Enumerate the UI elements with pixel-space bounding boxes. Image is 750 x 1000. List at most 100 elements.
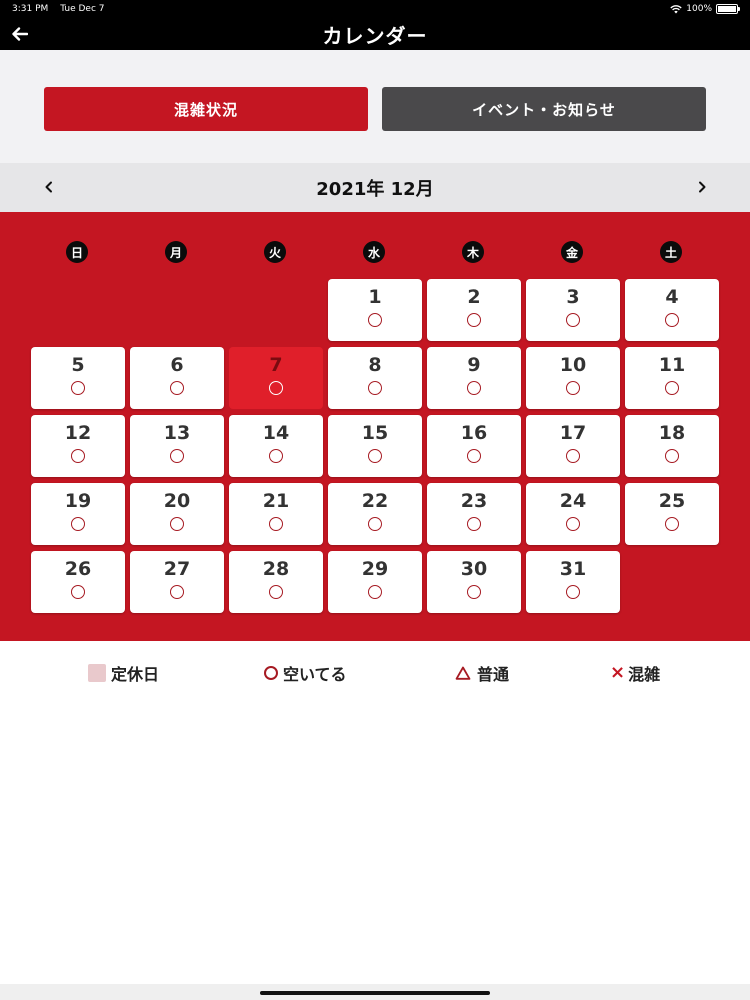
day-number: 3 bbox=[566, 286, 580, 308]
back-button[interactable] bbox=[8, 22, 32, 46]
available-circle-icon bbox=[170, 449, 184, 463]
calendar-day-7[interactable]: 7 bbox=[229, 347, 323, 409]
day-number: 2 bbox=[467, 286, 481, 308]
available-circle-icon bbox=[71, 517, 85, 531]
tab-area: 混雑状況 イベント・お知らせ bbox=[0, 50, 750, 163]
day-number: 6 bbox=[170, 354, 184, 376]
calendar-day-12[interactable]: 12 bbox=[31, 415, 125, 477]
calendar-day-28[interactable]: 28 bbox=[229, 551, 323, 613]
available-circle-icon bbox=[170, 585, 184, 599]
circle-icon bbox=[264, 666, 278, 680]
day-number: 7 bbox=[269, 354, 283, 376]
weekday-thu: 木 bbox=[462, 241, 484, 263]
available-circle-icon bbox=[269, 449, 283, 463]
calendar-day-3[interactable]: 3 bbox=[526, 279, 620, 341]
battery-icon bbox=[716, 4, 740, 14]
next-month-button[interactable] bbox=[692, 177, 712, 197]
calendar-day-6[interactable]: 6 bbox=[130, 347, 224, 409]
tab-congestion-status[interactable]: 混雑状況 bbox=[44, 87, 368, 131]
weekday-wed: 水 bbox=[363, 241, 385, 263]
day-number: 21 bbox=[262, 490, 290, 512]
calendar-day-16[interactable]: 16 bbox=[427, 415, 521, 477]
day-number: 17 bbox=[559, 422, 587, 444]
available-circle-icon bbox=[467, 517, 481, 531]
day-number: 26 bbox=[64, 558, 92, 580]
calendar-day-21[interactable]: 21 bbox=[229, 483, 323, 545]
home-area bbox=[0, 984, 750, 1000]
calendar-day-31[interactable]: 31 bbox=[526, 551, 620, 613]
battery-level bbox=[718, 6, 736, 12]
calendar-day-9[interactable]: 9 bbox=[427, 347, 521, 409]
available-circle-icon bbox=[467, 313, 481, 327]
calendar-grid: 日 月 火 水 木 金 土 1 2 3 4 5 6 7 8 9 10 11 12 13 14 15 16 17 1… bbox=[0, 212, 750, 641]
available-circle-icon bbox=[665, 449, 679, 463]
day-number: 14 bbox=[262, 422, 290, 444]
available-circle-icon bbox=[368, 517, 382, 531]
day-number: 4 bbox=[665, 286, 679, 308]
calendar-day-5[interactable]: 5 bbox=[31, 347, 125, 409]
available-circle-icon bbox=[368, 313, 382, 327]
calendar-day-11[interactable]: 11 bbox=[625, 347, 719, 409]
triangle-icon bbox=[455, 666, 471, 680]
calendar-day-29[interactable]: 29 bbox=[328, 551, 422, 613]
day-number: 20 bbox=[163, 490, 191, 512]
prev-month-button[interactable] bbox=[39, 177, 59, 197]
calendar-day-24[interactable]: 24 bbox=[526, 483, 620, 545]
available-circle-icon bbox=[368, 449, 382, 463]
legend-available: 空いてる bbox=[264, 661, 347, 685]
available-circle-icon bbox=[269, 381, 283, 395]
available-circle-icon bbox=[566, 313, 580, 327]
day-number: 5 bbox=[71, 354, 85, 376]
day-number: 24 bbox=[559, 490, 587, 512]
legend-crowded-label: 混雑 bbox=[628, 665, 661, 684]
cross-icon: × bbox=[610, 662, 626, 683]
calendar-day-23[interactable]: 23 bbox=[427, 483, 521, 545]
day-number: 18 bbox=[658, 422, 686, 444]
day-number: 16 bbox=[460, 422, 488, 444]
legend-available-label: 空いてる bbox=[283, 665, 347, 684]
calendar-day-4[interactable]: 4 bbox=[625, 279, 719, 341]
battery-percent: 100% bbox=[686, 4, 712, 14]
chevron-right-icon bbox=[699, 181, 706, 193]
day-number: 22 bbox=[361, 490, 389, 512]
day-number: 15 bbox=[361, 422, 389, 444]
calendar-day-14[interactable]: 14 bbox=[229, 415, 323, 477]
wifi-icon bbox=[670, 4, 682, 13]
calendar-day-2[interactable]: 2 bbox=[427, 279, 521, 341]
legend-closed: 定休日 bbox=[88, 661, 159, 685]
tab-events-notices[interactable]: イベント・お知らせ bbox=[382, 87, 706, 131]
day-number: 25 bbox=[658, 490, 686, 512]
calendar-day-19[interactable]: 19 bbox=[31, 483, 125, 545]
weekday-mon: 月 bbox=[165, 241, 187, 263]
available-circle-icon bbox=[665, 381, 679, 395]
page-title: カレンダー bbox=[322, 23, 428, 48]
weekday-sat: 土 bbox=[660, 241, 682, 263]
day-number: 30 bbox=[460, 558, 488, 580]
calendar-day-26[interactable]: 26 bbox=[31, 551, 125, 613]
available-circle-icon bbox=[170, 381, 184, 395]
calendar-day-8[interactable]: 8 bbox=[328, 347, 422, 409]
available-circle-icon bbox=[71, 585, 85, 599]
calendar-day-17[interactable]: 17 bbox=[526, 415, 620, 477]
calendar-day-30[interactable]: 30 bbox=[427, 551, 521, 613]
day-number: 9 bbox=[467, 354, 481, 376]
calendar-day-25[interactable]: 25 bbox=[625, 483, 719, 545]
calendar-day-18[interactable]: 18 bbox=[625, 415, 719, 477]
nav-bar: カレンダー bbox=[0, 18, 750, 50]
legend-crowded: × 混雑 bbox=[610, 661, 660, 685]
calendar-day-10[interactable]: 10 bbox=[526, 347, 620, 409]
calendar-day-27[interactable]: 27 bbox=[130, 551, 224, 613]
available-circle-icon bbox=[269, 517, 283, 531]
weekday-fri: 金 bbox=[561, 241, 583, 263]
day-number: 12 bbox=[64, 422, 92, 444]
calendar-day-20[interactable]: 20 bbox=[130, 483, 224, 545]
calendar-day-15[interactable]: 15 bbox=[328, 415, 422, 477]
status-date: Tue Dec 7 bbox=[60, 4, 105, 14]
calendar-day-22[interactable]: 22 bbox=[328, 483, 422, 545]
home-indicator[interactable] bbox=[260, 991, 490, 995]
legend-normal: 普通 bbox=[455, 661, 509, 685]
calendar-day-13[interactable]: 13 bbox=[130, 415, 224, 477]
calendar-day-1[interactable]: 1 bbox=[328, 279, 422, 341]
day-number: 1 bbox=[368, 286, 382, 308]
weekday-tue: 火 bbox=[264, 241, 286, 263]
